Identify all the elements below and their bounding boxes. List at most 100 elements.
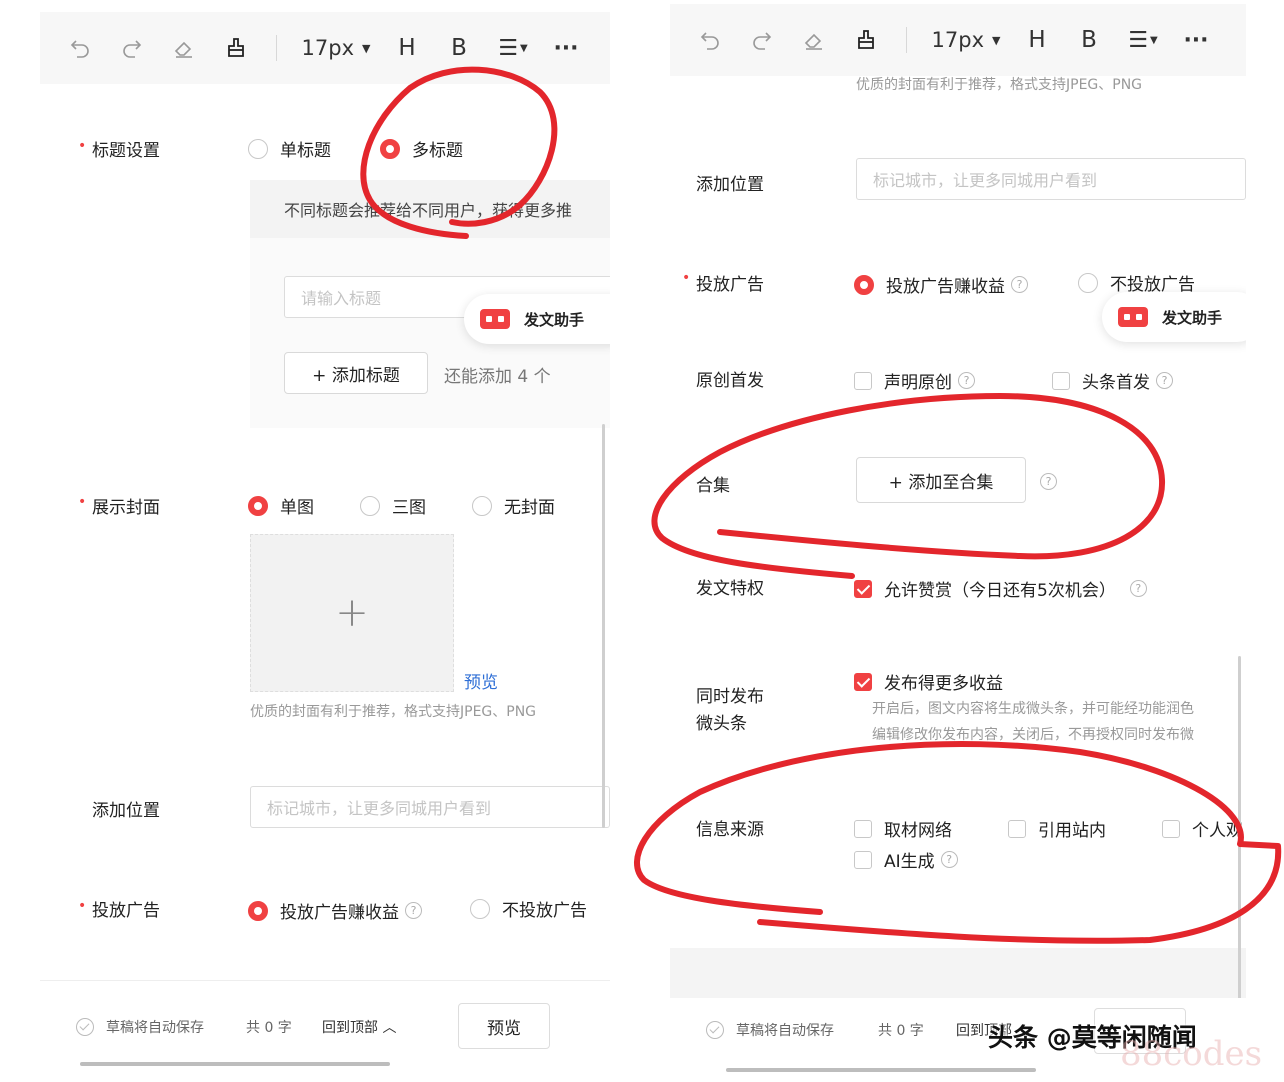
help-icon[interactable]: ? — [1011, 276, 1028, 293]
checkbox-box-checked — [854, 579, 872, 598]
faint-watermark: 88codes — [1120, 1034, 1263, 1074]
scrollbar[interactable] — [602, 424, 605, 828]
radio-circle-selected — [248, 495, 268, 516]
home-indicator — [726, 1068, 1036, 1072]
plus-icon: + — [335, 590, 369, 636]
heading-button[interactable]: H — [1011, 20, 1063, 60]
source-label: 信息来源 — [696, 820, 764, 840]
cover-single-radio[interactable]: 单图 — [248, 493, 314, 518]
source-personal-checkbox[interactable]: 个人观 — [1162, 816, 1243, 841]
chevron-down-icon: ▼ — [1150, 34, 1158, 46]
scrollbar[interactable] — [1238, 656, 1241, 1030]
micro-label-line1: 同时发布 — [696, 687, 764, 707]
multi-title-radio[interactable]: 多标题 — [380, 136, 463, 161]
remaining-count: 还能添加 4 个 — [444, 367, 551, 387]
redo-icon[interactable] — [736, 20, 788, 60]
radio-label: 单图 — [280, 498, 314, 518]
radio-label: 无封面 — [504, 498, 555, 518]
privilege-label: 发文特权 — [696, 579, 764, 599]
ads-label: 投放广告 — [696, 275, 764, 295]
radio-label: 不投放广告 — [502, 901, 587, 921]
font-size-value: 17px — [931, 28, 984, 52]
bold-button[interactable]: B — [1063, 20, 1115, 60]
ads-none-radio[interactable]: 不投放广告 — [470, 896, 587, 921]
cover-none-radio[interactable]: 无封面 — [472, 493, 555, 518]
cover-preview-link[interactable]: 预览 — [464, 668, 498, 693]
help-icon[interactable]: ? — [1040, 473, 1057, 490]
radio-circle — [248, 138, 268, 159]
add-to-collection-button[interactable]: + 添加至合集 — [856, 457, 1026, 503]
checkbox-label: 声明原创 — [884, 373, 952, 393]
micro-desc-line1: 开启后，图文内容将生成微头条，并可能经功能润色 — [872, 701, 1194, 717]
title-setting-label: 标题设置 — [92, 141, 160, 161]
checkbox-box — [1008, 819, 1026, 838]
original-label: 原创首发 — [696, 371, 764, 391]
cover-three-radio[interactable]: 三图 — [360, 493, 426, 518]
help-icon[interactable]: ? — [405, 902, 422, 919]
list-dropdown[interactable]: ☰ ▼ — [1115, 20, 1171, 60]
check-circle-icon — [76, 1018, 94, 1036]
eraser-icon[interactable] — [788, 20, 840, 60]
check-circle-icon — [706, 1021, 724, 1039]
ads-earn-radio[interactable]: 投放广告赚收益 ? — [854, 272, 1028, 297]
bold-button[interactable]: B — [433, 28, 485, 68]
checkbox-box-checked — [854, 672, 872, 691]
heading-button[interactable]: H — [381, 28, 433, 68]
undo-icon[interactable] — [684, 20, 736, 60]
cover-upload-box[interactable]: + — [250, 534, 454, 692]
back-to-top-link[interactable]: 回到顶部 ︿ — [322, 1017, 396, 1037]
source-web-checkbox[interactable]: 取材网络 — [854, 816, 952, 841]
list-icon: ☰ — [498, 35, 519, 61]
autosave-status: 草稿将自动保存 — [706, 1020, 834, 1040]
add-title-button[interactable]: + 添加标题 — [284, 352, 428, 394]
help-icon[interactable]: ? — [940, 851, 958, 868]
format-brush-icon[interactable] — [210, 28, 262, 68]
more-button[interactable]: ··· — [541, 28, 591, 68]
preview-button[interactable]: 预览 — [458, 1003, 550, 1049]
required-mark: • — [78, 898, 87, 914]
undo-icon[interactable] — [54, 28, 106, 68]
radio-circle-selected — [380, 138, 400, 159]
checkbox-box — [854, 819, 872, 838]
font-size-dropdown[interactable]: 17px ▼ — [291, 28, 381, 68]
allow-reward-checkbox[interactable]: 允许赞赏（今日还有5次机会） ? — [854, 576, 1147, 601]
redo-icon[interactable] — [106, 28, 158, 68]
single-title-radio[interactable]: 单标题 — [248, 136, 331, 161]
help-icon[interactable]: ? — [1156, 372, 1173, 389]
publish-micro-checkbox[interactable]: 发布得更多收益 — [854, 669, 1003, 694]
radio-label: 单标题 — [280, 141, 331, 161]
radio-circle — [472, 495, 492, 516]
radio-label: 投放广告赚收益 — [280, 903, 399, 923]
more-button[interactable]: ··· — [1171, 20, 1221, 60]
chevron-down-icon: ▼ — [992, 33, 1001, 47]
checkbox-label: 取材网络 — [884, 821, 952, 841]
location-label: 添加位置 — [696, 175, 764, 195]
source-ai-checkbox[interactable]: AI生成 ? — [854, 847, 958, 872]
font-size-dropdown[interactable]: 17px ▼ — [921, 20, 1011, 60]
location-label: 添加位置 — [92, 801, 160, 821]
radio-circle — [470, 898, 490, 919]
ads-earn-radio[interactable]: 投放广告赚收益 ? — [248, 898, 422, 923]
required-mark: • — [78, 494, 87, 510]
location-input[interactable]: 标记城市，让更多同城用户看到 — [250, 786, 610, 828]
list-dropdown[interactable]: ☰ ▼ — [485, 28, 541, 68]
word-count: 共 0 字 — [878, 1023, 924, 1039]
cover-label: 展示封面 — [92, 498, 160, 518]
checkbox-label: AI生成 — [884, 852, 935, 872]
writing-assistant-button[interactable]: 发文助手 — [1102, 292, 1246, 342]
help-icon[interactable]: ? — [1129, 580, 1147, 597]
location-input[interactable]: 标记城市，让更多同城用户看到 — [856, 158, 1246, 200]
declare-original-checkbox[interactable]: 声明原创 ? — [854, 368, 975, 393]
collection-label: 合集 — [696, 476, 730, 496]
writing-assistant-button[interactable]: 发文助手 — [464, 294, 610, 344]
first-publish-checkbox[interactable]: 头条首发 ? — [1052, 368, 1173, 393]
eraser-icon[interactable] — [158, 28, 210, 68]
right-screenshot-panel: 17px ▼ H B ☰ ▼ ··· 优质的封面有利于推荐，格式支持JPEG、PNG… — [670, 0, 1246, 1082]
source-site-checkbox[interactable]: 引用站内 — [1008, 816, 1106, 841]
home-indicator — [80, 1062, 390, 1066]
assistant-label: 发文助手 — [524, 310, 585, 329]
radio-label: 投放广告赚收益 — [886, 277, 1005, 297]
help-icon[interactable]: ? — [958, 372, 975, 389]
editor-toolbar: 17px ▼ H B ☰ ▼ ··· — [670, 4, 1246, 76]
format-brush-icon[interactable] — [840, 20, 892, 60]
